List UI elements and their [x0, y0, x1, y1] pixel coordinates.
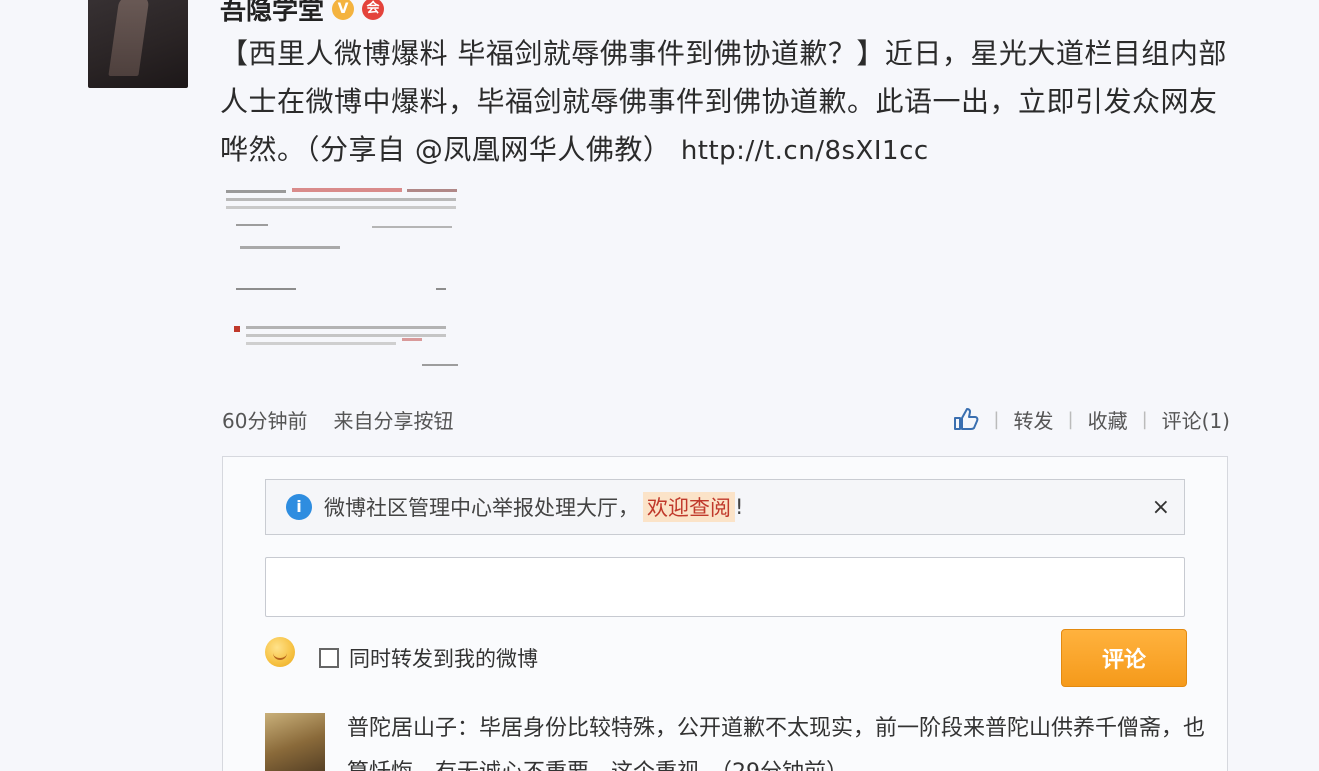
comment-button[interactable]: 评论(1): [1162, 405, 1230, 434]
member-icon: 会: [362, 0, 385, 20]
repost-option[interactable]: 同时转发到我的微博: [319, 643, 538, 673]
notice-text[interactable]: 微博社区管理中心举报处理大厅，: [324, 492, 639, 522]
post-author-name[interactable]: 吾隐学堂: [220, 0, 324, 27]
post-source[interactable]: 来自分享按钮: [333, 405, 453, 434]
post-meta-row: 60分钟前 来自分享按钮 | 转发 | 收藏 | 评论(1): [222, 402, 1230, 436]
notice-suffix: !: [735, 495, 744, 519]
post-thumbnail-image[interactable]: [222, 180, 462, 370]
submit-comment-button[interactable]: 评论: [1061, 629, 1187, 687]
repost-option-label[interactable]: 同时转发到我的微博: [349, 643, 538, 673]
comment-list-item: 普陀居山子：毕居身份比较特殊，公开道歉不太现实，前一阶段来普陀山供养千僧斋，也算…: [265, 707, 1205, 771]
close-icon[interactable]: ×: [1152, 495, 1170, 520]
comment-input[interactable]: [265, 557, 1185, 617]
notice-highlight-link[interactable]: 欢迎查阅: [643, 492, 735, 522]
comment-author[interactable]: 普陀居山子: [347, 716, 457, 741]
info-icon: i: [286, 494, 312, 520]
emoji-icon[interactable]: [265, 637, 295, 667]
post-link[interactable]: http://t.cn/8sXI1cc: [681, 136, 929, 166]
checkbox-icon[interactable]: [319, 648, 339, 668]
separator: |: [1067, 408, 1074, 430]
separator: |: [993, 408, 1000, 430]
post-body: 【西里人微博爆料 毕福剑就辱佛事件到佛协道歉？】近日，星光大道栏目组内部人士在微…: [220, 30, 1240, 175]
favorite-button[interactable]: 收藏: [1088, 405, 1128, 434]
comment-text: 普陀居山子：毕居身份比较特殊，公开道歉不太现实，前一阶段来普陀山供养千僧斋，也算…: [347, 707, 1207, 771]
post-title: 【西里人微博爆料 毕福剑就辱佛事件到佛协道歉？】: [220, 37, 885, 70]
notice-banner: i 微博社区管理中心举报处理大厅， 欢迎查阅 ! ×: [265, 479, 1185, 535]
like-icon[interactable]: [953, 407, 979, 431]
verified-icon: V: [332, 0, 355, 20]
post-author-row: 吾隐学堂 V 会: [220, 0, 385, 27]
comment-panel: i 微博社区管理中心举报处理大厅， 欢迎查阅 ! × 同时转发到我的微博 评论 …: [222, 456, 1228, 771]
post-time[interactable]: 60分钟前: [222, 405, 307, 434]
avatar[interactable]: [265, 713, 325, 771]
avatar[interactable]: [88, 0, 188, 88]
weibo-post-page: 吾隐学堂 V 会 【西里人微博爆料 毕福剑就辱佛事件到佛协道歉？】近日，星光大道…: [0, 0, 1319, 771]
repost-button[interactable]: 转发: [1014, 405, 1054, 434]
separator: |: [1141, 408, 1148, 430]
comment-body: ：毕居身份比较特殊，公开道歉不太现实，前一阶段来普陀山供养千僧斋，也算忏悔。有无…: [347, 716, 1206, 771]
